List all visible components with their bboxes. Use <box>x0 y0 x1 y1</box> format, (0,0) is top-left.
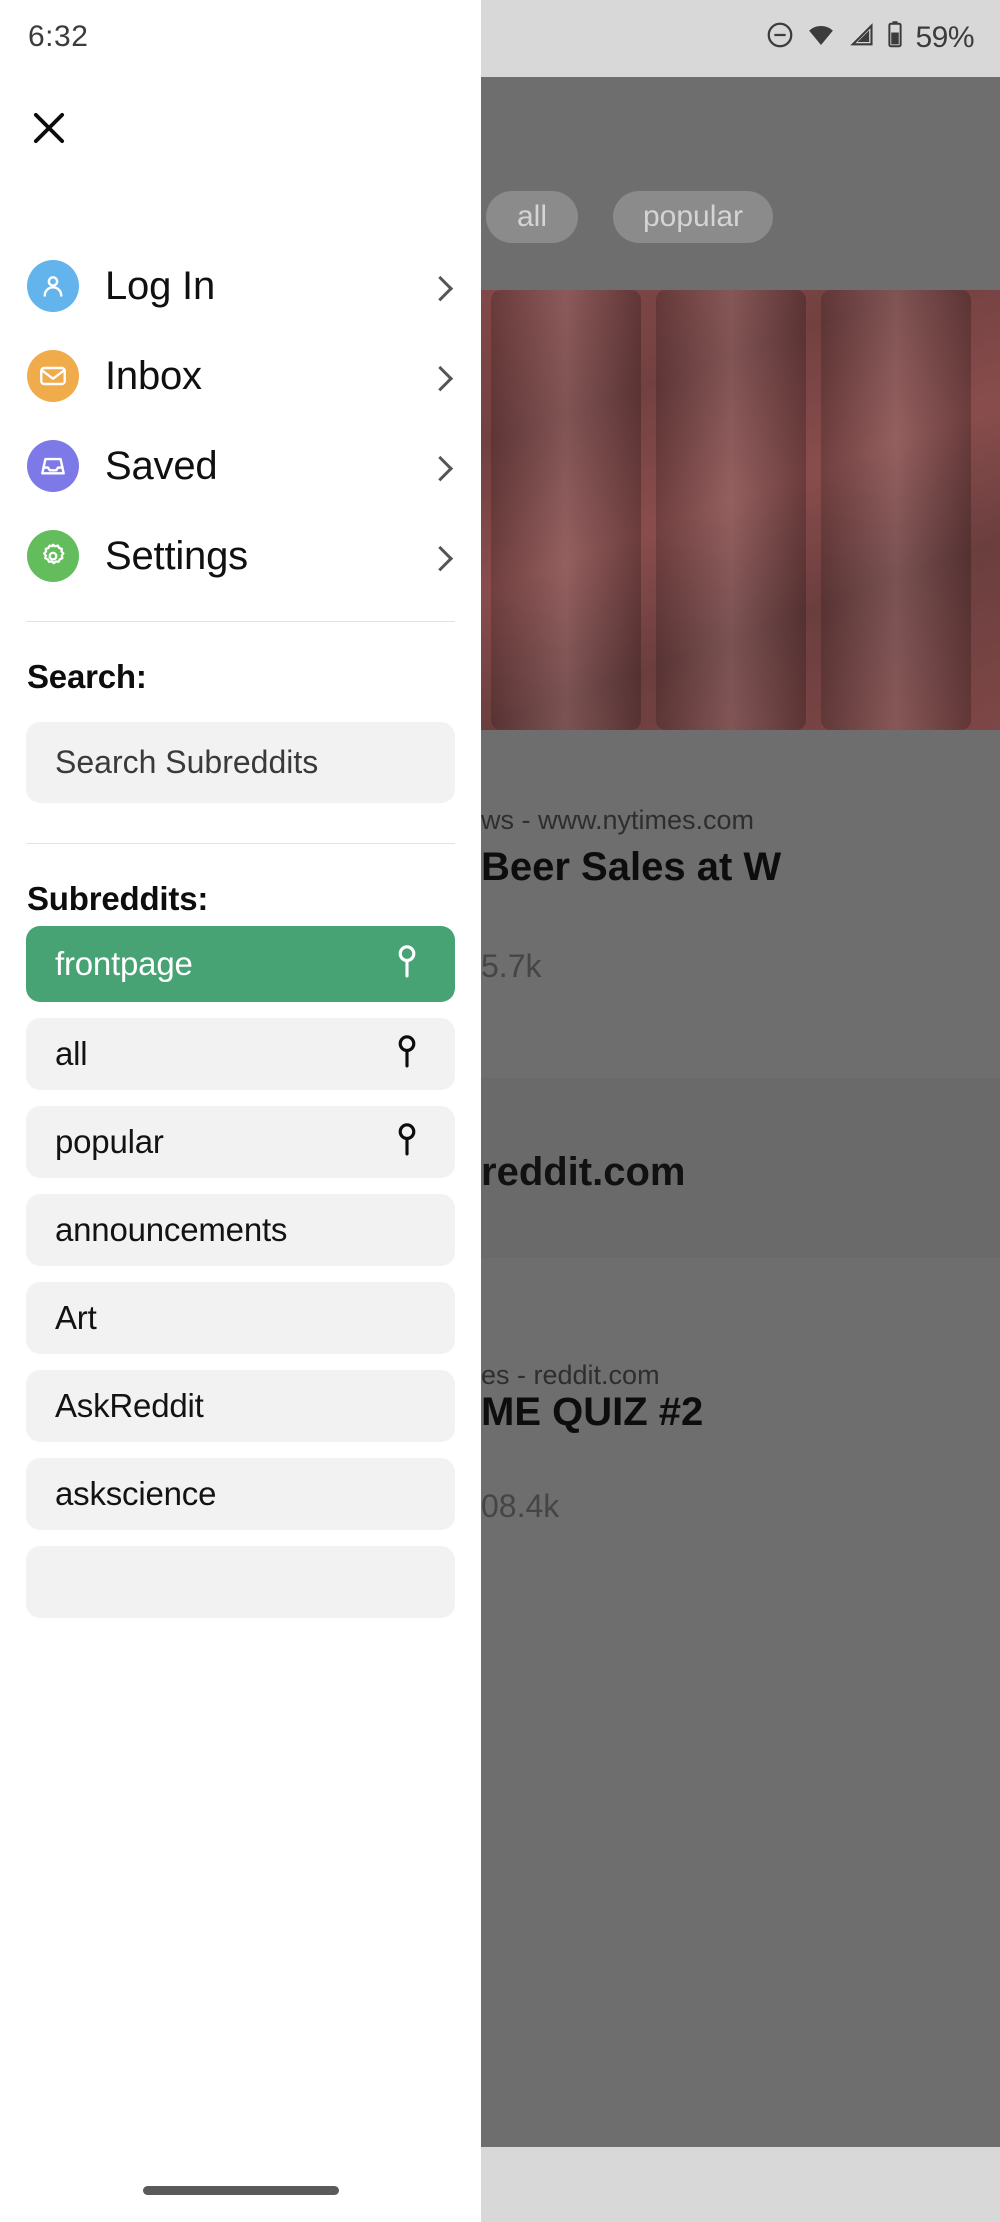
subreddit-item-art[interactable]: Art <box>26 1282 455 1354</box>
feed-post-source: ws - www.nytimes.com <box>481 805 754 836</box>
feed-chip-all[interactable]: all <box>486 191 578 243</box>
subreddit-item-all[interactable]: all <box>26 1018 455 1090</box>
subreddit-name: askscience <box>55 1475 216 1513</box>
wifi-icon <box>806 20 836 55</box>
drawer-header <box>0 77 481 185</box>
navigation-drawer: 6:32 Log In <box>0 0 481 2222</box>
feed-post-source: es - reddit.com <box>481 1360 660 1391</box>
menu-item-label: Inbox <box>105 354 202 399</box>
background-bottom-bar <box>481 2147 1000 2222</box>
subreddit-item-askreddit[interactable]: AskReddit <box>26 1370 455 1442</box>
subreddit-name: AskReddit <box>55 1387 204 1425</box>
gear-icon <box>27 530 79 582</box>
subreddit-name: frontpage <box>55 945 193 983</box>
subreddits-section-title: Subreddits: <box>0 844 481 918</box>
feed-post-title: ME QUIZ #2 <box>481 1390 703 1435</box>
subreddit-name: announcements <box>55 1211 287 1249</box>
tray-icon <box>27 440 79 492</box>
pin-icon[interactable] <box>394 1035 420 1074</box>
feed-post-score: 5.7k <box>481 948 541 985</box>
menu-item-inbox[interactable]: Inbox <box>0 331 481 421</box>
clock-label: 6:32 <box>28 20 88 54</box>
feed-post-image <box>481 290 1000 730</box>
menu-item-log-in[interactable]: Log In <box>0 241 481 331</box>
menu-item-label: Settings <box>105 534 248 579</box>
menu-item-label: Saved <box>105 444 217 489</box>
signal-icon <box>847 20 875 55</box>
pin-icon[interactable] <box>394 1123 420 1162</box>
battery-percent-label: 59% <box>915 21 974 55</box>
subreddit-name: Art <box>55 1299 97 1337</box>
chevron-right-icon <box>428 366 453 391</box>
drawer-status-bar: 6:32 <box>0 0 481 77</box>
pin-icon[interactable] <box>394 945 420 984</box>
feed-post-title: Beer Sales at W <box>481 845 781 890</box>
subreddit-item-partial[interactable] <box>26 1546 455 1618</box>
drawer-menu: Log In Inbox Saved <box>0 241 481 601</box>
person-icon <box>27 260 79 312</box>
subreddit-item-popular[interactable]: popular <box>26 1106 455 1178</box>
chevron-right-icon <box>428 276 453 301</box>
subreddit-item-announcements[interactable]: announcements <box>26 1194 455 1266</box>
subreddit-name: all <box>55 1035 87 1073</box>
menu-item-settings[interactable]: Settings <box>0 511 481 601</box>
chevron-right-icon <box>428 456 453 481</box>
status-bar-icon-group: 59% <box>765 20 974 55</box>
subreddit-item-askscience[interactable]: askscience <box>26 1458 455 1530</box>
search-input[interactable] <box>55 744 475 781</box>
search-input-container[interactable] <box>26 722 455 803</box>
subreddit-item-frontpage[interactable]: frontpage <box>26 926 455 1002</box>
feed-post-domain: reddit.com <box>481 1150 685 1195</box>
menu-item-label: Log In <box>105 264 215 309</box>
dnd-icon <box>765 20 795 55</box>
background-status-bar: 59% <box>481 0 1000 77</box>
search-section-title: Search: <box>0 622 481 696</box>
feed-post-score: 08.4k <box>481 1488 559 1525</box>
feed-post-card <box>481 1268 1000 1668</box>
menu-item-saved[interactable]: Saved <box>0 421 481 511</box>
envelope-icon <box>27 350 79 402</box>
home-indicator[interactable] <box>143 2186 339 2195</box>
battery-icon <box>886 20 904 55</box>
subreddit-list: frontpage all popular <box>0 926 481 1618</box>
close-icon[interactable] <box>26 105 72 151</box>
subreddit-name: popular <box>55 1123 164 1161</box>
feed-chip-popular[interactable]: popular <box>613 191 773 243</box>
chevron-right-icon <box>428 546 453 571</box>
